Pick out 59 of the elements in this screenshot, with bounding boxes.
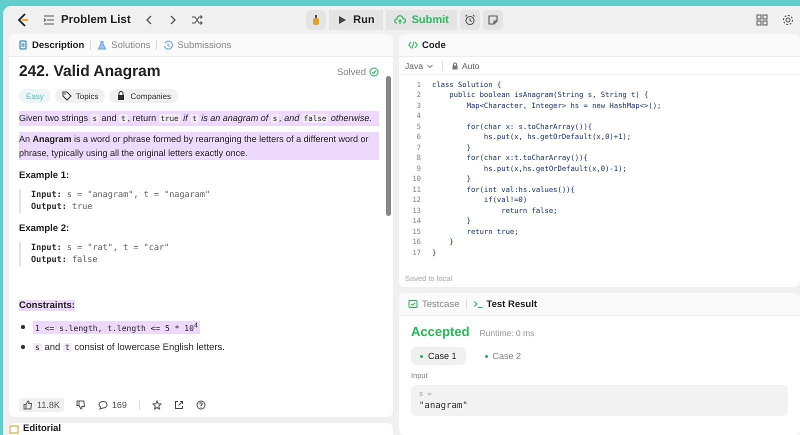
comments-button[interactable]: 169 bbox=[98, 400, 127, 410]
like-button[interactable]: 11.8K bbox=[19, 398, 64, 412]
list-icon bbox=[43, 14, 55, 26]
editorial-tab[interactable]: Editorial bbox=[9, 423, 62, 434]
panel-tab[interactable]: Description bbox=[18, 40, 84, 50]
constraints-heading: Constraints: bbox=[19, 300, 75, 311]
comment-icon bbox=[98, 400, 108, 410]
shuffle-icon[interactable] bbox=[190, 14, 203, 26]
thumbs-up-icon bbox=[23, 400, 33, 410]
variable-value: "anagram" bbox=[419, 401, 469, 411]
auto-mode-button[interactable]: Auto bbox=[450, 60, 480, 70]
checkbox-icon bbox=[408, 299, 418, 309]
chevron-down-icon bbox=[426, 62, 434, 70]
lock-icon bbox=[116, 91, 126, 101]
star-icon[interactable] bbox=[152, 400, 162, 410]
book-icon bbox=[9, 424, 19, 434]
dislike-icon[interactable] bbox=[76, 400, 86, 410]
solved-status: Solved bbox=[336, 66, 366, 78]
cloud-upload-icon bbox=[394, 14, 406, 26]
run-button[interactable]: Run bbox=[329, 10, 383, 30]
play-icon bbox=[337, 15, 348, 25]
document-icon bbox=[18, 40, 28, 50]
constraint-text: 1 <= s.length, t.length <= 5 * 10$^{4}$ bbox=[33, 321, 200, 334]
terminal-icon bbox=[472, 299, 482, 309]
panel-tab[interactable]: Test Result bbox=[472, 298, 538, 310]
share-icon[interactable] bbox=[174, 400, 184, 410]
note-button[interactable] bbox=[482, 10, 503, 30]
tag-button[interactable]: Companies bbox=[109, 89, 178, 103]
tag-button[interactable]: Topics bbox=[54, 89, 106, 103]
verdict-text: Accepted bbox=[411, 324, 470, 339]
case-tab[interactable]: Case 1 bbox=[411, 347, 466, 365]
settings-icon[interactable] bbox=[782, 14, 794, 26]
language-dropdown[interactable]: Java bbox=[405, 60, 434, 70]
code-icon bbox=[408, 40, 418, 50]
lock-icon bbox=[450, 62, 459, 70]
runtime-text: Runtime: 0 ms bbox=[480, 328, 534, 338]
code-tab-title: Code bbox=[408, 40, 446, 50]
history-icon bbox=[163, 40, 174, 50]
logo-icon[interactable] bbox=[15, 12, 31, 28]
constraint-text: s and t consist of lowercase English letters. bbox=[33, 342, 225, 353]
difficulty-badge: Easy bbox=[19, 89, 51, 103]
flask-icon bbox=[97, 40, 108, 50]
example-output-text: Output: false bbox=[31, 254, 99, 266]
example-heading: Example 2: bbox=[19, 223, 70, 234]
example-output-text: Output: true bbox=[31, 201, 94, 213]
alarm-clock-icon bbox=[464, 14, 476, 26]
note-icon bbox=[486, 14, 499, 26]
anagram-definition: An Anagram is a word or phrase formed by rearranging the letters of a different word or phrase, typically using all the original letters exactly once. bbox=[19, 132, 379, 160]
example-input-text: Input: s = "rat", t = "car" bbox=[31, 242, 170, 254]
layout-icon[interactable] bbox=[756, 14, 768, 26]
tag-icon bbox=[62, 91, 72, 101]
case-tab[interactable]: Case 2 bbox=[476, 347, 530, 365]
example-heading: Example 1: bbox=[19, 170, 70, 181]
problem-title: 242. Valid Anagram bbox=[19, 63, 162, 81]
problem-list-button[interactable]: Problem List bbox=[43, 14, 131, 26]
alarm-button[interactable] bbox=[460, 10, 480, 30]
check-circle-icon bbox=[369, 67, 379, 77]
help-icon[interactable] bbox=[196, 400, 206, 410]
example-input-text: Input: s = "anagram", t = "nagaram" bbox=[31, 189, 212, 201]
